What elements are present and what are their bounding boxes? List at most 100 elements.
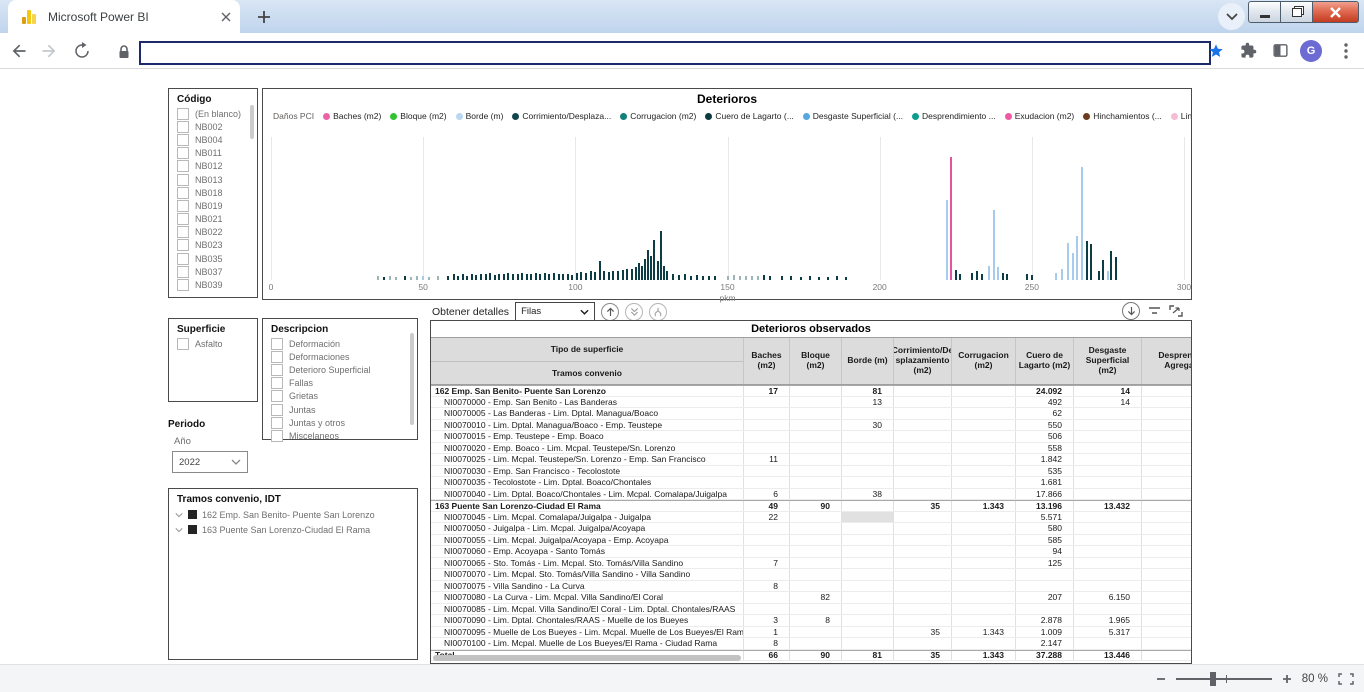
table-row[interactable]: NI0070020 - Emp. Boaco - Lim. Mcpal. Teu… [431,442,1191,454]
table-cell[interactable] [1073,557,1141,568]
table-cell[interactable]: 1.343 [951,501,1015,511]
table-cell[interactable] [1141,534,1191,545]
checkbox-icon[interactable] [177,133,189,146]
legend-item[interactable]: Hinchamientos (... [1083,111,1162,121]
bar[interactable] [1081,167,1084,280]
table-cell[interactable] [743,442,789,453]
table-cell[interactable]: 90 [789,650,841,660]
table-cell[interactable]: 17 [743,386,789,396]
descripcion-item[interactable]: Deformaciones [263,350,417,363]
table-cell[interactable] [1141,603,1191,614]
table-cell[interactable] [841,465,893,476]
bar[interactable] [534,272,537,280]
table-cell[interactable] [1141,454,1191,465]
table-cell[interactable] [1141,419,1191,430]
table-cell[interactable] [1141,546,1191,557]
codigo-item[interactable]: NB023 [169,239,257,252]
table-row[interactable]: 162 Emp. San Benito- Puente San Lorenzo 1… [431,385,1191,397]
table-cell[interactable] [951,638,1015,649]
table-cell[interactable] [893,442,951,453]
table-row[interactable]: NI0070040 - Lim. Dptal. Boaco/Chontales … [431,488,1191,500]
bar[interactable] [388,276,391,280]
checkbox-icon[interactable] [177,147,189,160]
descripcion-item[interactable]: Deterioro Superficial [263,363,417,376]
bar[interactable] [959,274,962,280]
bar[interactable] [1114,257,1117,280]
table-cell[interactable]: 2.878 [1015,615,1073,626]
table-cell[interactable] [893,603,951,614]
tab-close-icon[interactable] [220,11,232,23]
bar[interactable] [452,274,455,280]
table-cell[interactable] [1141,442,1191,453]
table-cell[interactable]: 1.009 [1015,626,1073,637]
table-cell[interactable] [841,511,893,522]
table-cell[interactable] [893,488,951,499]
codigo-item[interactable]: NB012 [169,160,257,173]
table-cell[interactable] [951,477,1015,488]
expand-levels-icon[interactable] [649,302,668,321]
table-cell[interactable] [1141,638,1191,649]
table-cell[interactable]: 35 [893,501,951,511]
row-label[interactable]: NI0070010 - Lim. Dptal. Managua/Boaco - … [431,420,743,431]
table-cell[interactable] [893,615,951,626]
table-cell[interactable] [951,546,1015,557]
bar[interactable] [484,274,487,280]
table-cell[interactable] [1141,501,1191,511]
bar[interactable] [1026,274,1029,280]
table-row[interactable]: 163 Puente San Lorenzo-Ciudad El Rama 49 9… [431,500,1191,512]
bar[interactable] [1055,272,1058,280]
table-cell[interactable]: 1.343 [951,626,1015,637]
table-cell[interactable] [951,442,1015,453]
bar[interactable] [437,276,440,280]
table-row[interactable]: NI0070065 - Sto. Tomás - Lim. Mcpal. Sto… [431,557,1191,569]
bar[interactable] [726,275,729,280]
bar[interactable] [738,275,741,280]
bar[interactable] [466,275,469,280]
table-cell[interactable] [789,638,841,649]
bar[interactable] [422,275,425,280]
bookmark-star-icon[interactable] [1202,37,1230,65]
table-cell[interactable]: 2.147 [1015,638,1073,649]
table-cell[interactable] [1141,477,1191,488]
table-cell[interactable]: 1.343 [951,650,1015,660]
codigo-item[interactable]: (En blanco) [169,107,257,120]
codigo-item[interactable]: NB039 [169,278,257,292]
bar[interactable] [403,275,406,280]
table-cell[interactable] [893,534,951,545]
table-cell[interactable] [1141,569,1191,580]
descripcion-item[interactable]: Grietas [263,390,417,403]
bar[interactable] [416,276,419,280]
restore-button[interactable] [1280,1,1313,23]
table-cell[interactable] [841,523,893,534]
bar[interactable] [702,275,705,280]
table-row[interactable]: NI0070010 - Lim. Dptal. Managua/Boaco - … [431,419,1191,431]
table-cell[interactable] [951,615,1015,626]
extensions-puzzle-icon[interactable] [1234,37,1262,65]
table-cell[interactable] [841,408,893,419]
bar[interactable] [621,270,624,280]
address-bar[interactable] [139,41,1211,65]
bar[interactable] [659,231,662,280]
lock-icon[interactable] [118,45,130,59]
bar[interactable] [750,276,753,280]
table-cell[interactable] [951,603,1015,614]
row-label[interactable]: NI0070025 - Lim. Mcpal. Teustepe/Sn. Lor… [431,454,743,465]
table-cell[interactable]: 35 [893,650,951,660]
bar[interactable] [594,272,597,280]
table-cell[interactable] [1073,477,1141,488]
table-cell[interactable] [893,580,951,591]
bar[interactable] [1030,275,1033,280]
table-cell[interactable] [841,569,893,580]
table-cell[interactable] [743,396,789,407]
bar[interactable] [603,271,606,280]
codigo-item[interactable]: NB021 [169,213,257,226]
table-cell[interactable] [743,419,789,430]
table-cell[interactable] [893,477,951,488]
table-cell[interactable] [893,396,951,407]
row-label[interactable]: NI0070055 - Lim. Mcpal. Juigalpa/Acoyapa… [431,535,743,546]
bar[interactable] [683,274,686,280]
checked-checkbox-icon[interactable] [188,525,197,534]
row-label[interactable]: NI0070015 - Emp. Teustepe - Emp. Boaco [431,431,743,442]
table-cell[interactable]: 585 [1015,534,1073,545]
table-cell[interactable] [1141,650,1191,660]
